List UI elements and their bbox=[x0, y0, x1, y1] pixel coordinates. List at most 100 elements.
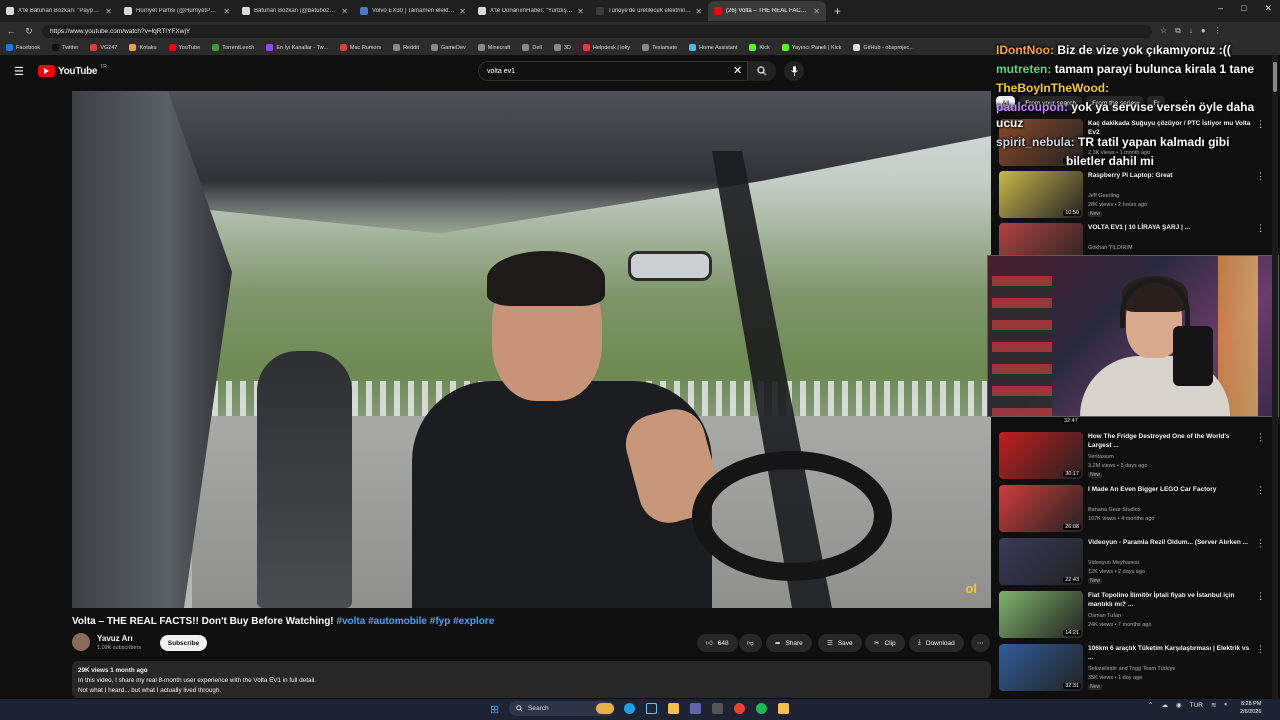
channel-avatar[interactable] bbox=[72, 633, 90, 651]
more-vertical-icon[interactable]: ⋮ bbox=[1256, 223, 1265, 234]
bookmark-item[interactable]: Dell bbox=[522, 44, 542, 51]
cloud-icon[interactable]: ☁ bbox=[1161, 701, 1168, 709]
extensions-icon[interactable]: ⧉ bbox=[1175, 26, 1181, 36]
browser-tab[interactable]: Hürriyet Partisi (@HurriyetPartiliT) ✕ bbox=[118, 1, 236, 21]
recommended-channel[interactable]: Gökhan YILDIRIM bbox=[1088, 245, 1133, 251]
more-vertical-icon[interactable]: ⋮ bbox=[1256, 432, 1265, 443]
video-thumbnail[interactable]: 30:17 bbox=[999, 432, 1083, 479]
browser-tab[interactable]: Volvo EX30 | Tamamen elektrikli... ✕ bbox=[354, 1, 472, 21]
back-icon[interactable]: ← bbox=[6, 26, 16, 36]
description-box[interactable]: 29K views 1 month ago In this video, I s… bbox=[72, 661, 991, 698]
search-button[interactable] bbox=[748, 61, 776, 81]
profile-icon[interactable]: ● bbox=[1201, 26, 1206, 36]
close-window-icon[interactable]: ✕ bbox=[1264, 3, 1272, 14]
language-indicator[interactable]: TUR bbox=[1190, 702, 1203, 709]
browser-tab[interactable]: X'te DonanımHaber: "Yurtdışı... ✕ bbox=[472, 1, 590, 21]
recommended-title[interactable]: Raspberry Pi Laptop: Great bbox=[1088, 171, 1253, 180]
reload-icon[interactable]: ↻ bbox=[24, 26, 34, 37]
spotify-icon[interactable] bbox=[756, 703, 767, 714]
tab-close-icon[interactable]: ✕ bbox=[813, 7, 820, 16]
download-button[interactable]: ⤓ Download bbox=[909, 634, 964, 652]
recommended-title[interactable]: VOLTA EV1 | 10 LİRAYA ŞARJ | ... bbox=[1088, 223, 1253, 232]
recommended-title[interactable]: Fiat Topolino İlimitör İptali fiyatı ve … bbox=[1088, 591, 1253, 609]
save-button[interactable]: ☰ Save bbox=[818, 634, 862, 652]
taskbar-clock[interactable]: 8:28 PM 2/6/2026 bbox=[1240, 700, 1261, 716]
chrome-icon[interactable] bbox=[734, 703, 745, 714]
tab-close-icon[interactable]: ✕ bbox=[223, 7, 230, 16]
video-thumbnail[interactable]: 32:31 bbox=[999, 644, 1083, 691]
obs-icon[interactable] bbox=[712, 703, 723, 714]
more-actions-button[interactable]: ⋯ bbox=[971, 634, 990, 652]
tab-close-icon[interactable]: ✕ bbox=[105, 7, 112, 16]
bookmark-item[interactable]: En İyi Kanallar - Tw... bbox=[266, 44, 328, 51]
bookmark-item[interactable]: YouTube bbox=[168, 44, 200, 51]
bookmark-item[interactable]: GameDev bbox=[430, 44, 466, 51]
recommended-video[interactable]: 10:50 Raspberry Pi Laptop: Great Jeff Geer… bbox=[999, 171, 1269, 221]
voice-search-button[interactable] bbox=[784, 61, 804, 81]
video-thumbnail[interactable]: 26:08 bbox=[999, 485, 1083, 532]
page-scrollbar[interactable] bbox=[1272, 55, 1278, 699]
recommended-channel[interactable]: Sekizsilindir and Togg Team Türkiye bbox=[1088, 666, 1175, 672]
bookmark-item[interactable]: Helpdesk | loky bbox=[582, 44, 630, 51]
bookmark-item[interactable]: Facebook bbox=[6, 44, 40, 51]
hamburger-menu-icon[interactable]: ☰ bbox=[14, 65, 24, 78]
bookmark-item[interactable]: 3D bbox=[553, 44, 571, 51]
recommended-channel[interactable]: Banana Gear Studios bbox=[1088, 507, 1141, 513]
browser-tab[interactable]: Türkiye'de üretilecek elektrikli Hy... ✕ bbox=[590, 1, 708, 21]
like-button[interactable]: 👍︎ 648 bbox=[697, 634, 738, 652]
tray-chevron-icon[interactable]: ⌃ bbox=[1148, 701, 1153, 709]
clip-button[interactable]: ✂ Clip bbox=[865, 634, 905, 652]
search-input[interactable]: volta ev1 bbox=[478, 61, 748, 81]
windows-start-icon[interactable]: ⊞ bbox=[490, 703, 499, 716]
browser-tab[interactable]: (26) Volta – THE REAL FACTS!!... ✕ bbox=[708, 1, 826, 21]
bookmark-item[interactable]: Reddit bbox=[393, 44, 419, 51]
bookmark-item[interactable]: Minecraft bbox=[477, 44, 510, 51]
more-vertical-icon[interactable]: ⋮ bbox=[1256, 538, 1265, 549]
more-vertical-icon[interactable]: ⋮ bbox=[1256, 485, 1265, 496]
video-thumbnail[interactable]: 22:43 bbox=[999, 538, 1083, 585]
recommended-channel[interactable]: Osman Tufan bbox=[1088, 613, 1121, 619]
bookmark-item[interactable]: Tesiamate bbox=[642, 44, 677, 51]
share-button[interactable]: ➦ Share bbox=[766, 634, 812, 652]
tab-close-icon[interactable]: ✕ bbox=[695, 7, 702, 16]
recommended-video[interactable]: 30:17 How The Fridge Destroyed One of the… bbox=[999, 432, 1269, 482]
subscribe-button[interactable]: Subscribe bbox=[160, 635, 207, 651]
volume-icon[interactable]: 🔈︎ bbox=[1224, 701, 1228, 709]
recommended-channel[interactable]: Veritasium bbox=[1088, 454, 1114, 460]
wifi-icon[interactable]: ≋ bbox=[1211, 701, 1216, 709]
browser-tab[interactable]: Batuhan Bozkan (@batubozkan) / ...✕ bbox=[236, 1, 354, 21]
app-icon[interactable] bbox=[778, 703, 789, 714]
recommended-video[interactable]: 32:31 106km 6 araçlık Tüketim Karşılaştır… bbox=[999, 644, 1269, 694]
youtube-logo[interactable]: YouTube TR bbox=[38, 64, 107, 77]
bookmark-item[interactable]: Yayıncı Paneli | Kick bbox=[781, 44, 841, 51]
bookmark-item[interactable]: Kotaku bbox=[129, 44, 157, 51]
recommended-title[interactable]: How The Fridge Destroyed One of the Worl… bbox=[1088, 432, 1253, 450]
tab-close-icon[interactable]: ✕ bbox=[577, 7, 584, 16]
bookmark-item[interactable]: Twitter bbox=[52, 44, 78, 51]
recommended-video[interactable]: 22:43 Videoyun - Paramla Rezil Oldum... (… bbox=[999, 538, 1269, 588]
minimize-icon[interactable]: – bbox=[1218, 3, 1223, 14]
new-tab-button[interactable]: + bbox=[826, 4, 849, 18]
tab-close-icon[interactable]: ✕ bbox=[341, 7, 348, 16]
more-vertical-icon[interactable]: ⋮ bbox=[1256, 591, 1265, 602]
browser-tab[interactable]: X'te Batuhan Bozkan: "Paypal, App... ✕ bbox=[0, 1, 118, 21]
steam-icon[interactable] bbox=[646, 703, 657, 714]
teams-icon[interactable] bbox=[690, 703, 701, 714]
bookmark-item[interactable]: VG247 bbox=[90, 44, 117, 51]
bookmark-item[interactable]: TorrentLeech bbox=[212, 44, 254, 51]
menu-dots-icon[interactable]: ⋮ bbox=[1214, 26, 1222, 36]
video-thumbnail[interactable]: 14:21 bbox=[999, 591, 1083, 638]
recommended-title[interactable]: I Made An Even Bigger LEGO Car Factory bbox=[1088, 485, 1253, 494]
channel-name[interactable]: Yavuz Arı bbox=[97, 634, 133, 643]
page-scrollbar-thumb[interactable] bbox=[1273, 62, 1277, 92]
recommended-title[interactable]: 106km 6 araçlık Tüketim Karşılaştırması … bbox=[1088, 644, 1253, 662]
more-vertical-icon[interactable]: ⋮ bbox=[1256, 644, 1265, 655]
bookmark-item[interactable]: Home Assistant bbox=[689, 44, 737, 51]
file-explorer-icon[interactable] bbox=[668, 703, 679, 714]
recommended-video[interactable]: 26:08 I Made An Even Bigger LEGO Car Fact… bbox=[999, 485, 1269, 535]
network-icon[interactable]: ◉ bbox=[1176, 701, 1182, 709]
bookmark-item[interactable]: GitHub - obsprojec... bbox=[853, 44, 914, 51]
video-player[interactable]: ol bbox=[72, 91, 991, 608]
star-icon[interactable]: ☆ bbox=[1160, 26, 1167, 36]
recommended-channel[interactable]: Jeff Geerling bbox=[1088, 193, 1119, 199]
